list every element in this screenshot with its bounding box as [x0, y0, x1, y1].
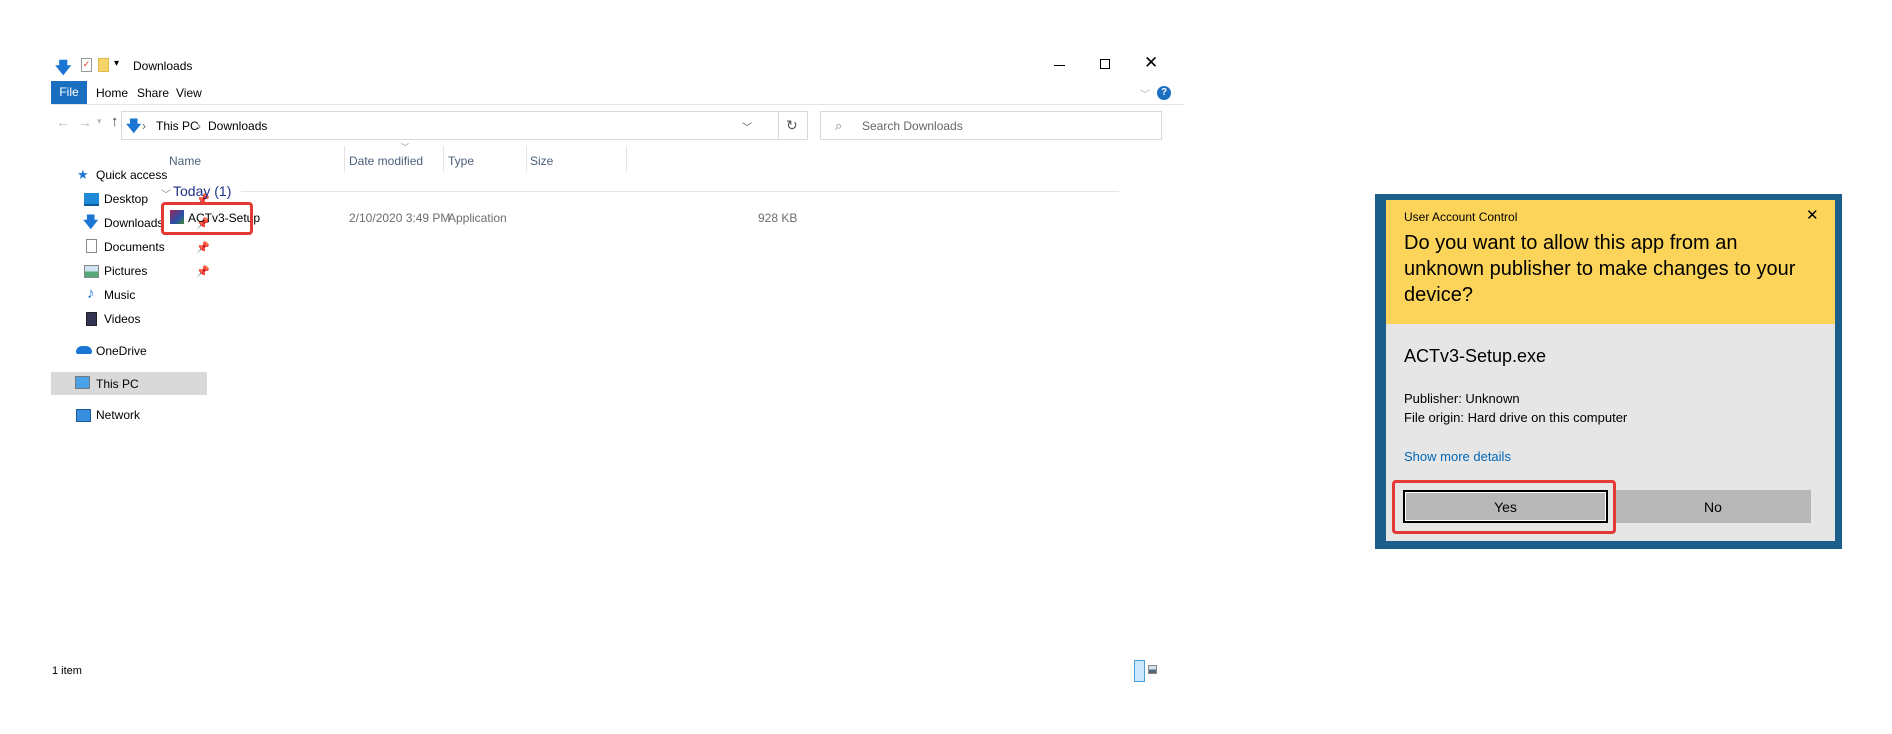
- tab-view[interactable]: View: [176, 86, 202, 100]
- column-separator[interactable]: [443, 146, 444, 172]
- back-button[interactable]: ←: [56, 114, 70, 130]
- uac-dialog: User Account Control ✕ Do you want to al…: [1375, 194, 1842, 549]
- uac-filename: ACTv3-Setup.exe: [1404, 346, 1547, 366]
- search-icon: ⌕: [835, 118, 843, 133]
- sidebar-item-videos[interactable]: Videos: [104, 312, 140, 326]
- uac-header: User Account Control ✕ Do you want to al…: [1386, 200, 1835, 324]
- pin-icon: 📌: [196, 266, 210, 278]
- group-collapse-icon[interactable]: ﹀: [161, 186, 171, 201]
- sidebar-item-onedrive[interactable]: OneDrive: [96, 344, 147, 358]
- network-icon: [76, 409, 91, 422]
- column-header-type[interactable]: Type: [448, 154, 474, 168]
- window-title: Downloads: [133, 59, 193, 73]
- help-icon[interactable]: ?: [1157, 86, 1171, 100]
- uac-file-origin: File origin: Hard drive on this computer: [1404, 410, 1628, 425]
- downloads-icon: 🡇: [83, 214, 99, 231]
- ribbon-divider: [51, 104, 1184, 105]
- sidebar-item-downloads[interactable]: Downloads: [104, 216, 163, 230]
- column-header-name[interactable]: Name: [169, 154, 201, 168]
- desktop-icon: [84, 193, 99, 206]
- show-more-details-link[interactable]: Show more details: [1404, 449, 1511, 464]
- sidebar-item-desktop[interactable]: Desktop: [104, 192, 148, 206]
- sidebar-item-documents[interactable]: Documents: [104, 240, 165, 254]
- breadcrumb-this-pc[interactable]: This PC: [156, 119, 199, 133]
- uac-publisher: Publisher: Unknown: [1404, 391, 1520, 406]
- large-icons-view-button[interactable]: [1148, 665, 1157, 674]
- refresh-button[interactable]: ↻: [786, 117, 798, 134]
- file-explorer-window: 🡇 ✓ ▾ Downloads ✕ File Home Share View ﹀…: [51, 48, 1184, 694]
- highlight-box-file: [161, 202, 253, 235]
- address-divider: [778, 112, 779, 139]
- breadcrumb-downloads[interactable]: Downloads: [208, 119, 267, 133]
- star-icon: ★: [77, 167, 89, 182]
- recent-locations-button[interactable]: ▾: [97, 116, 102, 127]
- column-header-date-modified[interactable]: Date modified: [349, 154, 423, 168]
- expand-ribbon-icon[interactable]: ﹀: [1140, 86, 1150, 101]
- quick-access-download-icon[interactable]: 🡇: [55, 57, 71, 84]
- details-view-button[interactable]: [1134, 660, 1145, 682]
- column-separator[interactable]: [626, 146, 627, 172]
- address-bar[interactable]: 🡇 › This PC › Downloads ﹀ ↻: [121, 111, 808, 140]
- column-separator[interactable]: [344, 146, 345, 172]
- tab-share[interactable]: Share: [137, 86, 169, 100]
- sort-indicator-icon: ﹀: [401, 143, 409, 152]
- sidebar-item-pictures[interactable]: Pictures: [104, 264, 147, 278]
- address-dropdown-icon[interactable]: ﹀: [742, 119, 752, 134]
- tab-home[interactable]: Home: [96, 86, 128, 100]
- group-divider: [241, 191, 1119, 192]
- status-item-count: 1 item: [52, 665, 82, 677]
- customize-toolbar-icon[interactable]: ▾: [114, 58, 119, 69]
- onedrive-icon: [76, 346, 92, 354]
- new-folder-icon[interactable]: [98, 58, 109, 72]
- tab-file[interactable]: File: [51, 81, 87, 104]
- file-size: 928 KB: [758, 211, 798, 225]
- forward-button[interactable]: →: [78, 114, 92, 130]
- column-header-size[interactable]: Size: [530, 154, 553, 168]
- maximize-button[interactable]: [1100, 59, 1110, 69]
- no-button[interactable]: No: [1615, 490, 1811, 523]
- breadcrumb-separator-icon: ›: [142, 119, 146, 133]
- computer-icon: [75, 376, 90, 389]
- sidebar-item-quick-access[interactable]: Quick access: [96, 168, 167, 182]
- pin-icon: 📌: [196, 242, 210, 254]
- breadcrumb-separator-icon: ›: [197, 119, 201, 133]
- group-header-today[interactable]: Today (1): [173, 183, 231, 199]
- downloads-location-icon: 🡇: [126, 118, 142, 135]
- uac-close-button[interactable]: ✕: [1806, 206, 1819, 224]
- uac-caption: User Account Control: [1404, 210, 1518, 224]
- videos-icon: [86, 312, 97, 326]
- minimize-button[interactable]: [1054, 65, 1065, 66]
- file-row[interactable]: ACTv3-Setup 2/10/2020 3:49 PM Applicatio…: [161, 202, 1121, 234]
- up-button[interactable]: ↑: [111, 113, 119, 130]
- sidebar-item-network[interactable]: Network: [96, 408, 140, 422]
- close-button[interactable]: ✕: [1144, 53, 1158, 73]
- music-icon: ♪: [87, 285, 95, 302]
- sidebar-item-music[interactable]: Music: [104, 288, 135, 302]
- uac-question: Do you want to allow this app from an un…: [1404, 232, 1796, 306]
- file-type: Application: [448, 211, 507, 225]
- search-placeholder: Search Downloads: [862, 119, 963, 133]
- pictures-icon: [84, 265, 99, 278]
- sidebar-item-label: This PC: [96, 377, 139, 391]
- documents-icon: [86, 239, 97, 253]
- file-date: 2/10/2020 3:49 PM: [349, 211, 451, 225]
- sidebar-item-this-pc[interactable]: This PC: [51, 372, 207, 395]
- search-input[interactable]: ⌕ Search Downloads: [820, 111, 1162, 140]
- column-separator[interactable]: [526, 146, 527, 172]
- properties-icon[interactable]: ✓: [81, 58, 92, 72]
- highlight-box-yes: [1392, 480, 1616, 534]
